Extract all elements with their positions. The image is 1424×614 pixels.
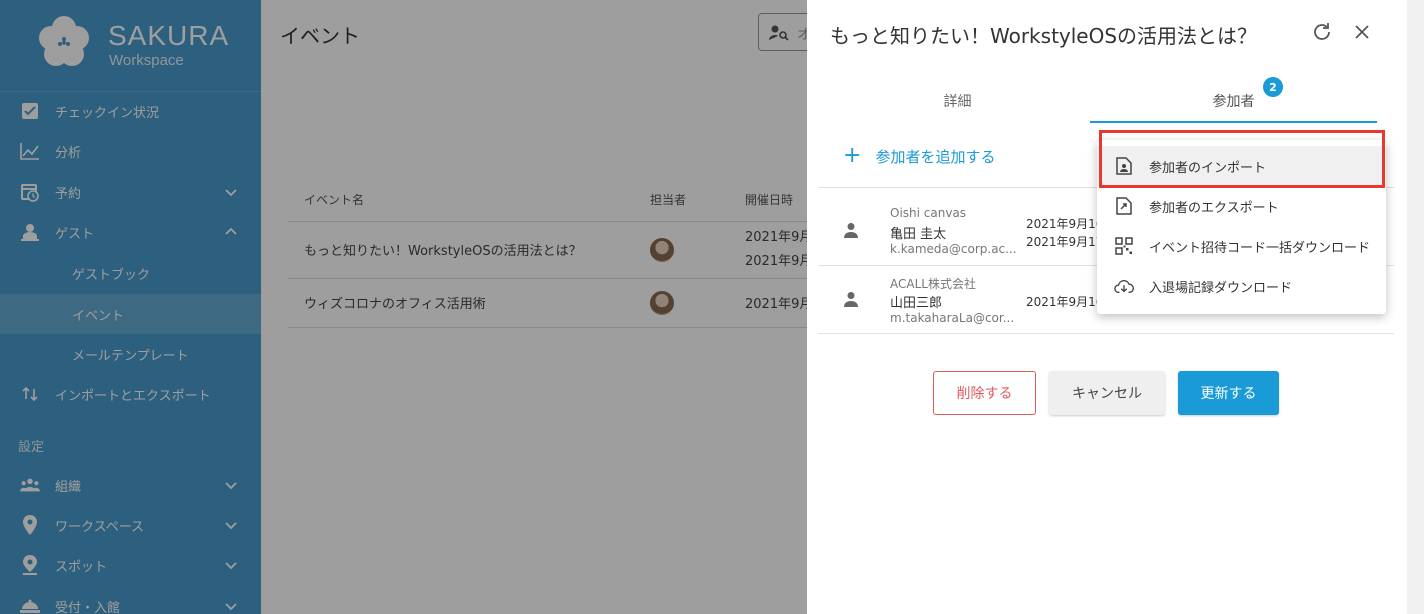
add-participant-label: 参加者を追加する [875, 147, 996, 166]
menu-item-label: 入退場記録ダウンロード [1149, 280, 1293, 296]
main-scrim[interactable] [261, 0, 807, 614]
person-icon [844, 292, 858, 307]
plus-icon: + [843, 143, 862, 168]
cancel-button[interactable]: キャンセル [1049, 371, 1165, 415]
delete-button[interactable]: 削除する [933, 371, 1036, 415]
divider [818, 333, 1394, 334]
tab-active-indicator [1090, 121, 1377, 123]
menu-item-download-invite-codes[interactable]: イベント招待コード一括ダウンロード [1097, 226, 1386, 266]
participant-row[interactable]: Oishi canvas 亀田 圭太 k.kameda@corp.ac... 2… [818, 206, 1115, 282]
person-icon [844, 223, 858, 238]
participant-actions-menu: 参加者のインポート 参加者のエクスポート イベント招待コード一括ダウンロード 入… [1097, 140, 1386, 314]
sidebar-scrim[interactable] [0, 0, 261, 614]
qr-code-icon [1114, 236, 1134, 256]
participant-row[interactable]: ACALL株式会社 山田三郎 m.takaharaLa@cor... 2021年… [818, 275, 1115, 351]
menu-item-export-participants[interactable]: 参加者のエクスポート [1097, 186, 1386, 226]
menu-item-download-entry-records[interactable]: 入退場記録ダウンロード [1097, 266, 1386, 306]
menu-item-import-participants[interactable]: 参加者のインポート [1097, 146, 1386, 186]
panel-title: もっと知りたい！WorkstyleOSの活用法とは？ [830, 24, 1258, 48]
refresh-icon [1314, 23, 1330, 40]
participant-email: m.takaharaLa@cor... [890, 311, 1015, 325]
cloud-download-icon [1114, 276, 1134, 296]
tab-details[interactable]: 詳細 [825, 80, 1090, 122]
menu-item-label: 参加者のエクスポート [1149, 200, 1279, 216]
close-button[interactable] [1350, 20, 1374, 44]
file-export-icon [1114, 196, 1134, 216]
menu-item-label: 参加者のインポート [1149, 160, 1267, 176]
tab-participants[interactable]: 参加者 [1090, 80, 1377, 122]
refresh-button[interactable] [1310, 20, 1334, 44]
participant-email: k.kameda@corp.ac... [890, 242, 1017, 256]
file-person-icon [1114, 156, 1134, 176]
scrollbar[interactable] [1407, 0, 1424, 614]
add-participant-button[interactable]: + 参加者を追加する [843, 145, 995, 167]
participant-name: 山田三郎 [890, 296, 943, 311]
close-icon [1355, 25, 1369, 39]
participant-org: ACALL株式会社 [890, 277, 976, 291]
update-button[interactable]: 更新する [1178, 371, 1279, 415]
participant-org: Oishi canvas [890, 206, 967, 220]
participant-name: 亀田 圭太 [890, 227, 947, 242]
menu-item-label: イベント招待コード一括ダウンロード [1149, 240, 1371, 256]
participant-count-badge: 2 [1263, 77, 1283, 97]
